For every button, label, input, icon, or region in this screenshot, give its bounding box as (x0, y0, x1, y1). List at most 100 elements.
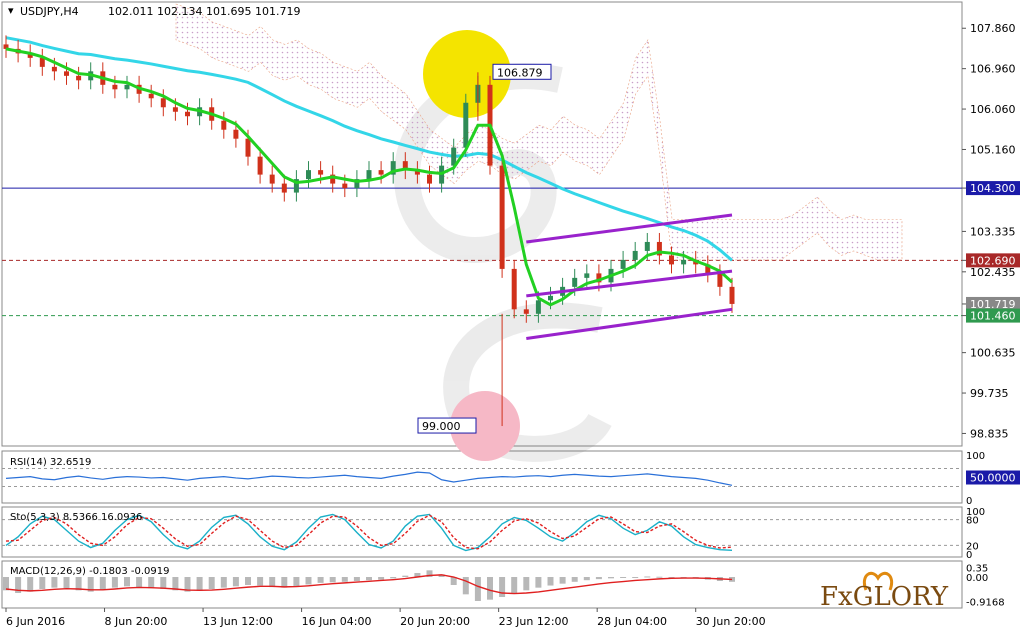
candle-body (511, 268, 517, 310)
price-tick-label: 105.160 (970, 143, 1016, 156)
annotation-label-low: 99.000 (422, 420, 461, 433)
price-tick-label: 99.735 (970, 387, 1009, 400)
macd-hist-bar (499, 577, 506, 597)
rsi-tick-label: 0 (966, 496, 972, 507)
candle-body (681, 259, 687, 265)
header-arrow: ▾ (8, 4, 14, 17)
macd-hist-bar (559, 577, 566, 584)
macd-hist-bar (99, 577, 106, 590)
price-tick-label: 106.960 (970, 63, 1016, 76)
price-tick-label: 106.060 (970, 103, 1016, 116)
candle-body (269, 174, 275, 184)
macd-hist-bar (378, 577, 385, 580)
macd-hist-bar (51, 577, 58, 588)
price-level-label-resistance: 104.300 (970, 182, 1016, 195)
fxglory-logo: FxGLORY (820, 571, 949, 612)
macd-hist-bar (293, 577, 300, 587)
price-tick-label: 107.860 (970, 22, 1016, 35)
stoch-tick-label: 80 (966, 516, 979, 527)
macd-hist-bar (474, 577, 481, 601)
candle-body (281, 183, 287, 193)
price-tick-label: 103.335 (970, 225, 1016, 238)
rsi-line (5, 471, 733, 486)
macd-hist-bar (269, 577, 276, 588)
candle-body (185, 111, 190, 117)
x-tick-label: 13 Jun 12:00 (203, 615, 273, 628)
candle-body (39, 57, 45, 67)
macd-hist-bar (656, 576, 663, 578)
candle-body (572, 277, 578, 287)
macd-hist-bar (535, 577, 542, 588)
candle-body (64, 71, 69, 76)
macd-hist-bar (523, 577, 530, 591)
macd-hist-bar (111, 577, 118, 588)
macd-hist-bar (208, 577, 215, 589)
candle-body (76, 75, 82, 81)
macd-hist-bar (583, 577, 590, 581)
x-tick-label: 23 Jun 12:00 (499, 615, 569, 628)
macd-hist-bar (644, 576, 651, 578)
macd-tick-label: -0.9168 (966, 597, 1005, 608)
stoch-panel-frame (1, 506, 963, 558)
candle-body (499, 165, 505, 269)
candle-body (632, 250, 638, 260)
macd-hist-bar (3, 577, 9, 591)
header-quote: 102.011 102.134 101.695 101.719 (108, 5, 300, 18)
macd-hist-bar (402, 575, 409, 577)
macd-hist-bar (220, 577, 227, 588)
candle-body (620, 259, 626, 269)
macd-hist-bar (595, 577, 602, 580)
x-tick-label: 16 Jun 04:00 (302, 615, 372, 628)
macd-hist-bar (487, 577, 493, 600)
x-tick-label: 8 Jun 20:00 (105, 615, 168, 628)
macd-hist-bar (608, 577, 614, 579)
macd-hist-bar (632, 577, 639, 578)
rsi-tick-label: 50.0000 (970, 472, 1016, 485)
macd-hist-bar (547, 577, 554, 586)
macd-hist-bar (281, 577, 288, 588)
annotation-label-high: 106.879 (497, 66, 543, 79)
indicator-layer (2, 468, 962, 601)
rsi-title: RSI(14) 32.6519 (10, 457, 91, 468)
macd-hist-bar (366, 577, 372, 581)
candle-body (523, 309, 529, 314)
candle-body (729, 286, 735, 304)
macd-hist-bar (124, 577, 130, 587)
candle-body (172, 107, 178, 112)
stoch-tick-label: 0 (966, 550, 972, 561)
macd-hist-bar (353, 577, 360, 581)
price-tick-label: 100.635 (970, 347, 1016, 360)
macd-tick-label: 0.00 (966, 573, 988, 584)
macd-hist-bar (390, 577, 397, 579)
candle-body (378, 170, 384, 175)
candle-body (221, 120, 227, 130)
x-tick-label: 30 Jun 20:00 (696, 615, 766, 628)
chart-canvas: 106.879 99.000 107.860 106.960 106.060 105.1… (1, 1, 1020, 628)
price-tick-label: 102.435 (970, 266, 1016, 279)
macd-hist-bar (232, 577, 239, 587)
macd-hist-bar (571, 577, 578, 582)
macd-hist-bar (257, 577, 264, 586)
macd-hist-bar (63, 577, 70, 589)
macd-hist-bar (511, 577, 518, 593)
candle-body (644, 241, 650, 251)
macd-hist-bar (27, 577, 34, 592)
candle-body (51, 66, 57, 72)
header-symbol: USDJPY,H4 (20, 5, 79, 18)
macd-hist-bar (245, 577, 251, 585)
candle-body (366, 170, 372, 180)
candle-body (124, 84, 130, 90)
macd-hist-bar (136, 577, 143, 588)
x-tick-label: 20 Jun 20:00 (400, 615, 470, 628)
candle-body (257, 156, 263, 175)
candle-body (427, 174, 432, 184)
candle-body (463, 102, 469, 148)
macd-hist-bar (329, 577, 336, 583)
candle-body (584, 273, 590, 278)
candle-body (535, 300, 541, 314)
candle-body (717, 273, 723, 287)
candle-body (233, 129, 239, 139)
macd-title: MACD(12,26,9) -0.1803 -0.0919 (10, 566, 170, 577)
candle-body (306, 170, 311, 180)
stoch-title: Sto(5,3,3) 8.5366 16.0936 (10, 512, 142, 523)
